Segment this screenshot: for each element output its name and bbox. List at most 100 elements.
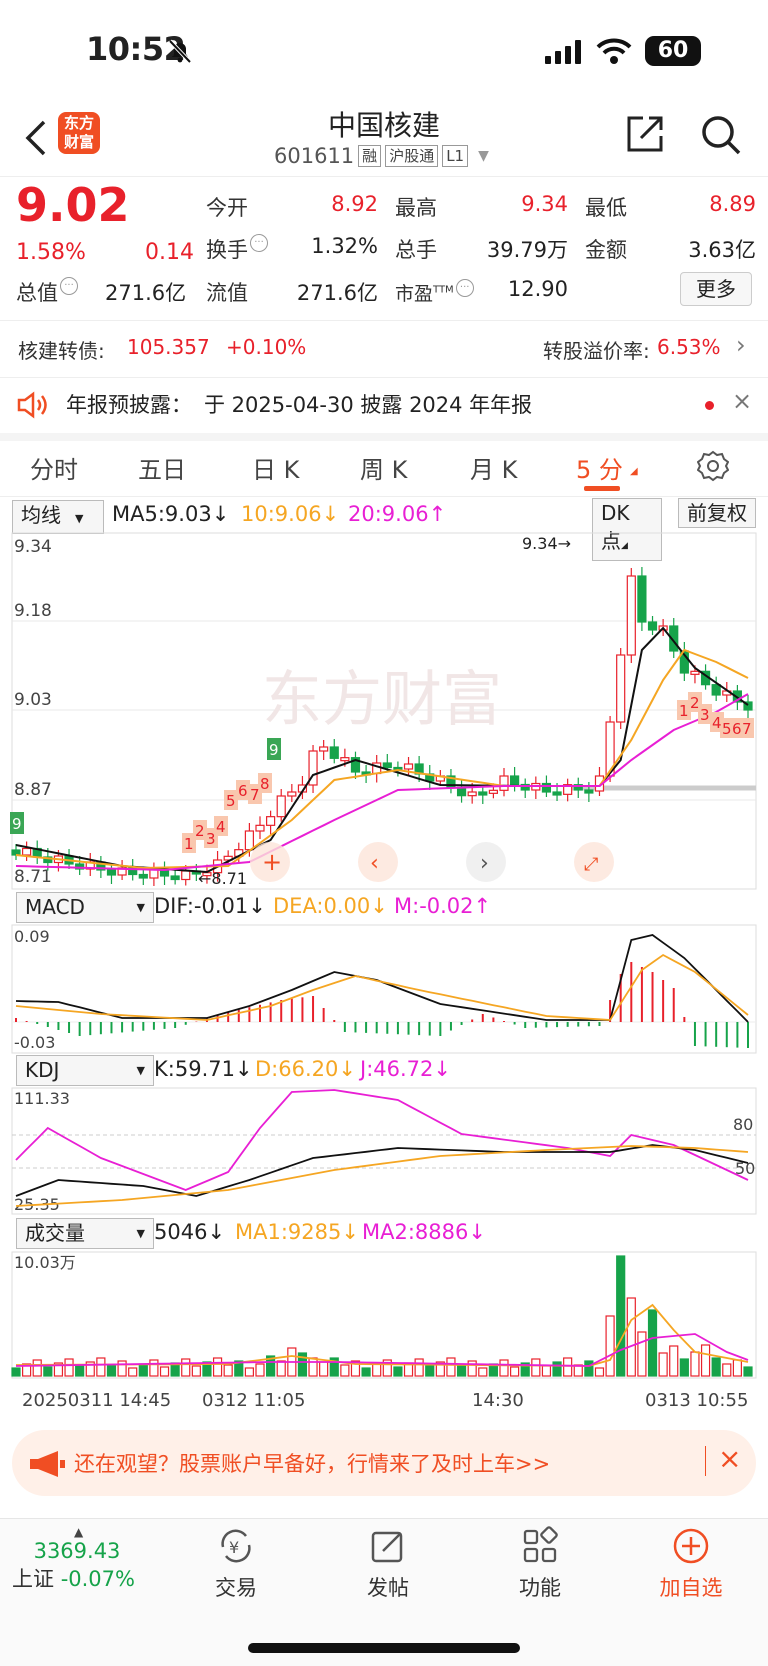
index-quote[interactable]: ▲ 3369.43 上证 -0.07% <box>12 1525 135 1593</box>
candle <box>425 765 435 790</box>
open-value: 8.92 <box>331 192 378 216</box>
svg-text:›: › <box>480 851 489 876</box>
svg-text:1: 1 <box>679 702 689 720</box>
share-icon[interactable] <box>625 114 665 154</box>
stock-code: 601611 <box>274 144 355 168</box>
candle <box>85 853 95 876</box>
volume-legend-row: 成交量 ▼ 5046↓ MA1:9285↓ MA2:8886↓ <box>0 1216 768 1250</box>
stock-header: 东方 财富 中国核建 601611 融 沪股通 L1 ▼ <box>0 100 768 177</box>
volume-bar <box>159 1366 170 1377</box>
more-button[interactable]: 更多 <box>680 272 752 306</box>
candle <box>743 695 753 719</box>
nav-post-label: 发帖 <box>367 1576 409 1600</box>
volume-bar <box>594 1367 605 1377</box>
bond-price: 105.357 <box>127 335 210 359</box>
promo-banner[interactable]: 还在观望？股票账户早备好，行情来了及时上车>> × <box>12 1430 756 1496</box>
volume-bar <box>308 1357 318 1377</box>
plus-circle-icon <box>673 1528 709 1564</box>
tab-timeshare[interactable]: 分时 <box>30 450 78 485</box>
silent-bell-icon <box>168 39 192 64</box>
kdj-axis-top: 111.33 <box>14 1089 70 1108</box>
volume-bar <box>722 1363 732 1377</box>
info-icon[interactable]: ··· <box>250 234 268 252</box>
dif-value: DIF:-0.01↓ <box>154 894 266 918</box>
tab-week-k[interactable]: 周 K <box>360 450 407 485</box>
candle <box>456 779 467 803</box>
stock-code-row[interactable]: 601611 融 沪股通 L1 ▼ <box>274 144 489 168</box>
volume-bar <box>743 1366 753 1377</box>
tag-level: L1 <box>442 145 469 167</box>
search-icon[interactable] <box>700 114 742 156</box>
tab-five-day[interactable]: 五日 <box>138 450 186 485</box>
bond-label: 核建转债: <box>18 339 105 363</box>
kdj-level-80: 80 <box>733 1115 753 1134</box>
volume-bar <box>552 1361 562 1377</box>
open-label: 今开 <box>206 196 248 220</box>
volume-bar <box>456 1364 467 1377</box>
tab-day-k[interactable]: 日 K <box>252 450 299 485</box>
candle <box>403 757 414 776</box>
svg-text:6: 6 <box>238 782 248 800</box>
tab-month-k[interactable]: 月 K <box>470 450 517 485</box>
chart-area[interactable]: 东方财富 9.34 9.18 9.03 8.87 8.71 9.34→ ←8.7… <box>0 530 768 1410</box>
adjust-selector[interactable]: 前复权 <box>678 498 756 528</box>
nav-add-watchlist[interactable]: 加自选 <box>636 1525 746 1602</box>
change-percent: 1.58% <box>16 240 86 265</box>
volume-axis-top: 10.03万 <box>14 1253 76 1272</box>
volume-ma2: MA2:8886↓ <box>362 1220 486 1244</box>
close-icon[interactable]: × <box>718 1442 741 1475</box>
high-label: 最高 <box>395 196 437 220</box>
nav-trade[interactable]: ¥ 交易 <box>181 1525 291 1602</box>
nav-function[interactable]: 功能 <box>485 1525 595 1602</box>
volume-bar <box>658 1352 668 1377</box>
pe-label: 市盈TTM ··· <box>395 279 474 306</box>
candle <box>563 778 573 802</box>
kdj-selector[interactable]: KDJ ▼ <box>16 1055 154 1086</box>
volume-bar <box>181 1358 191 1377</box>
time-label-2: 0312 11:05 <box>202 1390 305 1410</box>
volume-bar <box>510 1366 520 1377</box>
svg-text:2: 2 <box>690 694 700 712</box>
ma-legend-row: 均线 ▼ MA5:9.03↓ 10:9.06↓ 20:9.06↑ DK 点◢ 前复… <box>0 498 768 561</box>
m-value: M:-0.02↑ <box>394 894 492 918</box>
gear-icon[interactable] <box>697 450 729 482</box>
dea-line <box>15 953 749 1021</box>
volume-selector[interactable]: 成交量 ▼ <box>16 1218 154 1249</box>
volume-bars <box>11 1255 753 1377</box>
volume-bar <box>372 1363 382 1377</box>
indicator-selector[interactable]: 均线 ▼ <box>12 500 104 534</box>
pe-value: 12.90 <box>507 277 568 301</box>
svg-text:7: 7 <box>250 786 260 804</box>
candle <box>96 856 106 878</box>
macd-selector[interactable]: MACD ▼ <box>16 892 154 923</box>
time-label-3: 14:30 <box>472 1390 524 1410</box>
notice-label: 年报预披露： <box>66 393 192 417</box>
tab-5min[interactable]: 5 分 <box>576 450 623 485</box>
nav-trade-label: 交易 <box>215 1576 257 1600</box>
volume-bar <box>11 1367 21 1377</box>
svg-text:1: 1 <box>184 835 194 853</box>
nav-post[interactable]: 发帖 <box>333 1525 443 1602</box>
volume-bar <box>43 1366 53 1377</box>
svg-text:‹: ‹ <box>370 851 379 876</box>
notice-row[interactable]: 年报预披露： 于 2025-04-30 披露 2024 年年报 × <box>0 377 768 441</box>
convertible-bond-row[interactable]: 核建转债: 105.357 +0.10% 转股溢价率: 6.53% › <box>0 320 768 378</box>
candle <box>32 840 42 864</box>
chart-controls[interactable]: + ‹ › ⤢ <box>250 842 614 882</box>
info-icon[interactable]: ··· <box>455 279 474 297</box>
grid-icon <box>523 1526 558 1563</box>
volume-label: 总手 <box>395 238 437 262</box>
active-tab-indicator <box>584 486 620 491</box>
volume-bar <box>244 1367 254 1377</box>
volume-bar <box>499 1359 509 1377</box>
volume-bar <box>690 1351 700 1377</box>
candle <box>573 777 583 798</box>
speaker-icon <box>17 391 47 419</box>
candle <box>117 860 127 880</box>
close-icon[interactable]: × <box>732 387 752 415</box>
low-label: 最低 <box>585 196 627 220</box>
volume-bar <box>563 1357 573 1377</box>
index-name: 上证 <box>12 1567 54 1591</box>
info-icon[interactable]: ··· <box>60 277 78 295</box>
ma20-value: 20:9.06↑ <box>348 502 447 526</box>
